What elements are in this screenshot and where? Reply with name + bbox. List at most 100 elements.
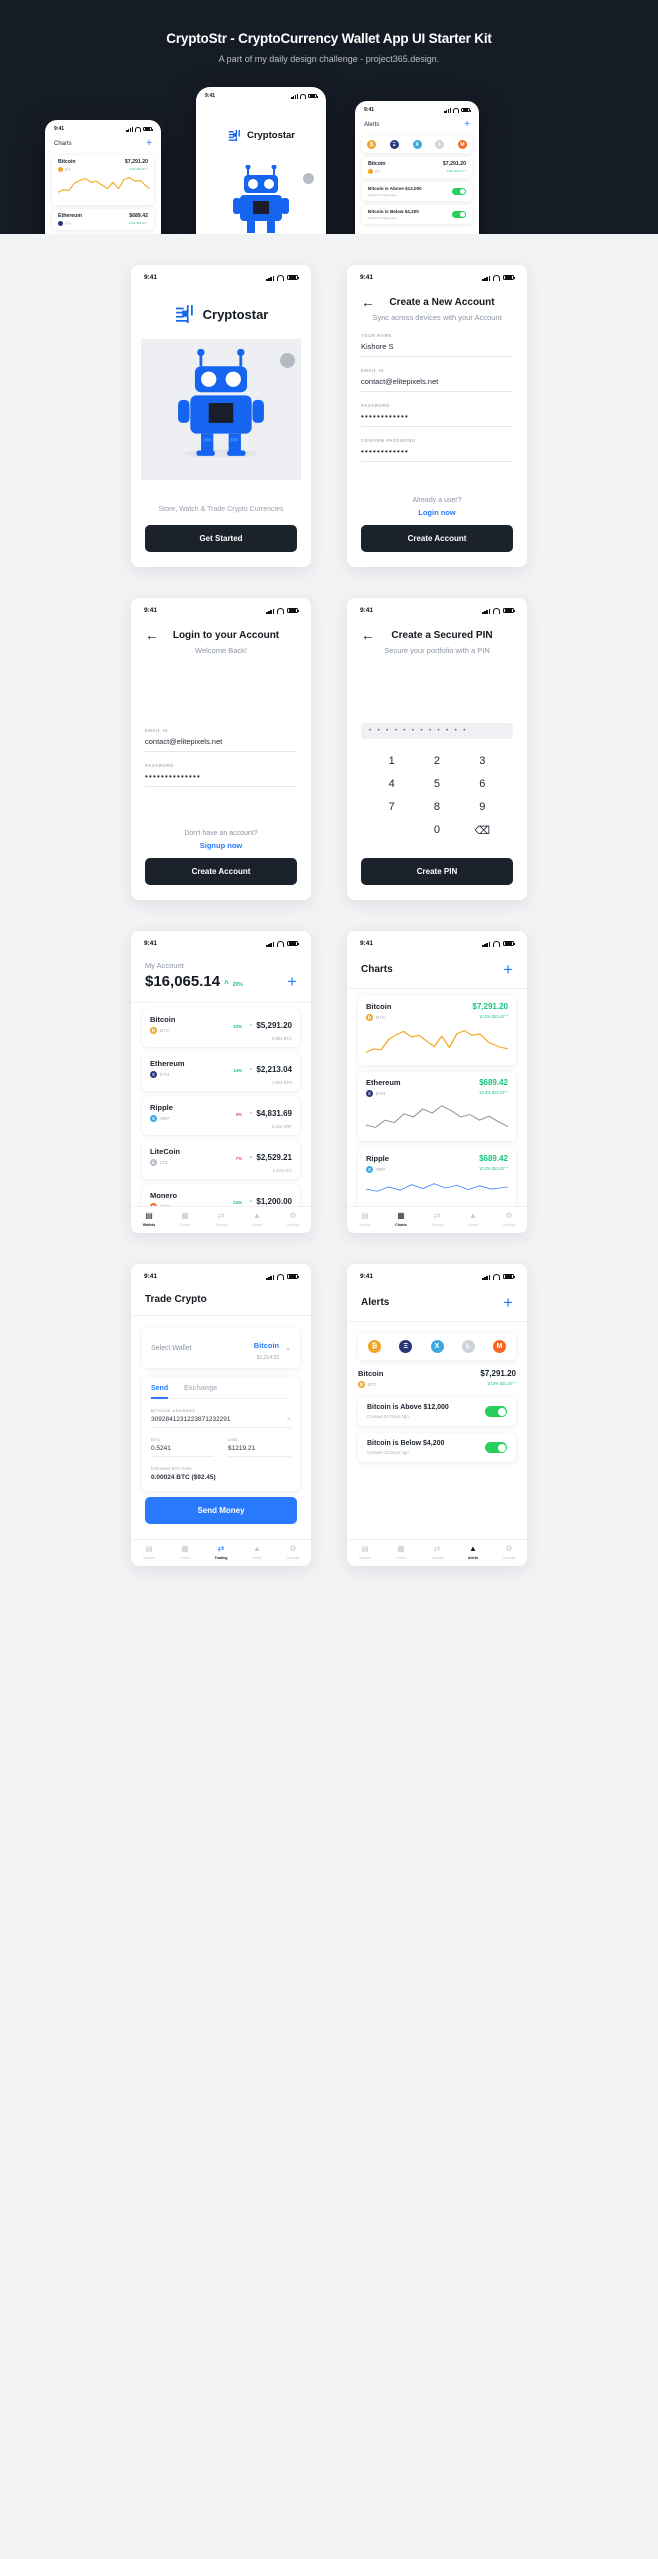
tab-alerts[interactable]: ▲ Alerts [455, 1212, 491, 1228]
wallet-selector[interactable]: Select Wallet Bitcoin $1,214.02 ⌄ [142, 1328, 300, 1368]
tab-alerts[interactable]: ▲ Alerts [239, 1545, 275, 1561]
coin-amount: 1.924 ETH [271, 1080, 292, 1085]
coin-symbol: ₿ BTC [150, 1027, 169, 1034]
ethereum-icon[interactable]: Ξ [399, 1340, 413, 1353]
add-alert-icon[interactable]: + [503, 1294, 513, 1311]
tab-charts[interactable]: ▦ Charts [383, 1545, 419, 1561]
create-pin-button[interactable]: Create PIN [361, 858, 513, 885]
key-5[interactable]: 5 [414, 778, 459, 790]
btc-input[interactable]: 0.5241 [151, 1442, 214, 1457]
pin-input[interactable]: • • • • • • • • • • • • [361, 723, 513, 739]
chart-card-ripple[interactable]: Ripple X XRP $689.42 10.3% $21.67 ^ [358, 1148, 516, 1206]
back-arrow-icon[interactable]: ← [361, 628, 377, 642]
battery-icon [143, 126, 153, 132]
bitcoin-icon[interactable]: ₿ [368, 1340, 381, 1353]
name-input[interactable]: Kishore S [361, 338, 513, 357]
alert-subtitle: Created 20 Days Ago [368, 193, 397, 197]
tab-trading[interactable]: ⇄ Trading [203, 1212, 239, 1228]
back-arrow-icon[interactable]: ← [361, 295, 377, 309]
key-0[interactable]: 0 [414, 824, 459, 837]
bitcoin-icon[interactable]: ₿ [367, 140, 376, 149]
address-input[interactable]: 3092841231223871232291 × [151, 1413, 291, 1428]
tab-wallets[interactable]: ▤ Wallets [347, 1212, 383, 1228]
signup-now-link[interactable]: Signup now [131, 841, 311, 850]
bitcoin-icon: ₿ [366, 1014, 373, 1021]
key-4[interactable]: 4 [369, 778, 414, 790]
mini-chart-card[interactable]: Bitcoin BTC $7,291.20 0.3% $21.67 ^ [52, 155, 154, 205]
list-item[interactable]: Monero M XMR 24% ^ $1,200.00 9.533 XMR [142, 1185, 300, 1206]
coin-change: 10.3% $21.67 ^ [487, 1381, 516, 1386]
alert-item[interactable]: Bitcoin is Below $4,200 Created 12 Days … [358, 1433, 516, 1462]
add-wallet-icon[interactable]: + [287, 973, 297, 990]
monero-icon[interactable]: M [493, 1340, 506, 1353]
key-3[interactable]: 3 [460, 755, 505, 767]
alert-toggle[interactable] [452, 210, 466, 219]
chevron-down-icon[interactable]: ⌄ [285, 1344, 291, 1352]
fee-value: 0.00024 BTC ($92.45) [151, 1474, 216, 1481]
tab-alerts[interactable]: ▲ Alerts [239, 1212, 275, 1228]
tab-trading[interactable]: ⇄ Trading [419, 1545, 455, 1561]
create-account-button[interactable]: Create Account [145, 858, 297, 885]
email-input[interactable]: contact@elitepixels.net [361, 373, 513, 392]
signal-icon [266, 1274, 274, 1280]
tab-wallets[interactable]: ▤ Wallets [347, 1545, 383, 1561]
add-icon[interactable]: + [464, 120, 470, 130]
tab-exchange[interactable]: Exchange [184, 1385, 217, 1392]
tab-label: Charts [179, 1223, 191, 1227]
monero-icon[interactable]: M [458, 140, 467, 149]
alert-toggle[interactable] [485, 1406, 507, 1417]
create-account-button[interactable]: Create Account [361, 525, 513, 552]
backspace-icon[interactable]: ⌫ [460, 824, 505, 837]
chart-card-bitcoin[interactable]: Bitcoin ₿ BTC $7,291.20 10.3% $21.67 ^ [358, 996, 516, 1065]
mini-chart-card[interactable]: Ethereum ETH $689.42 0.3% $21.67 ^ [52, 209, 154, 230]
key-8[interactable]: 8 [414, 801, 459, 813]
litecoin-icon[interactable]: Ł [435, 140, 445, 149]
mini-alert-row[interactable]: Bitcoin is Above $12,000 Created 20 Days… [362, 182, 472, 201]
send-money-button[interactable]: Send Money [145, 1497, 297, 1524]
ripple-icon[interactable]: X [412, 140, 422, 149]
tab-wallets[interactable]: ▤ Wallets [131, 1545, 167, 1561]
status-bar: 9:41 [131, 931, 311, 947]
tab-charts[interactable]: ▦ Charts [383, 1212, 419, 1228]
tab-settings[interactable]: ⚙ Settings [275, 1545, 311, 1561]
tab-settings[interactable]: ⚙ Settings [491, 1212, 527, 1228]
list-item[interactable]: Ethereum Ξ ETH 14% ^ $2,213.04 1.924 ETH [142, 1053, 300, 1091]
key-7[interactable]: 7 [369, 801, 414, 813]
tab-trading[interactable]: ⇄ Trading [419, 1212, 455, 1228]
key-1[interactable]: 1 [369, 755, 414, 767]
add-chart-icon[interactable]: + [503, 961, 513, 978]
usd-input[interactable]: $1219.21 [228, 1442, 291, 1457]
tab-wallets[interactable]: ▤ Wallets [131, 1212, 167, 1228]
password-input[interactable]: •••••••••••••• [145, 768, 297, 787]
list-item[interactable]: Ripple X XRP 3% ^ $4,831.69 2.424 XRP [142, 1097, 300, 1135]
tab-alerts[interactable]: ▲ Alerts [455, 1545, 491, 1561]
list-item[interactable]: LiteCoin Ł LTC 7% ^ $2,529.21 2.424 LTC [142, 1141, 300, 1179]
confirm-password-input[interactable]: •••••••••••• [361, 443, 513, 462]
alert-item[interactable]: Bitcoin is Above $12,000 Created 20 Days… [358, 1397, 516, 1426]
add-icon[interactable]: + [146, 139, 152, 149]
tab-charts[interactable]: ▦ Charts [167, 1212, 203, 1228]
tab-settings[interactable]: ⚙ Settings [275, 1212, 311, 1228]
get-started-button[interactable]: Get Started [145, 525, 297, 552]
clear-icon[interactable]: × [287, 1416, 291, 1423]
password-input[interactable]: •••••••••••• [361, 408, 513, 427]
mini-alert-row[interactable]: Bitcoin is Below $4,200 Created 12 Days … [362, 205, 472, 224]
ripple-icon[interactable]: X [430, 1340, 444, 1353]
tab-trading[interactable]: ⇄ Trading [203, 1545, 239, 1561]
tab-send[interactable]: Send [151, 1385, 169, 1399]
login-now-link[interactable]: Login now [347, 508, 527, 517]
coin-price: $7,291.20 [442, 161, 466, 167]
key-6[interactable]: 6 [460, 778, 505, 790]
email-input[interactable]: contact@elitepixels.net [145, 733, 297, 752]
chart-card-ethereum[interactable]: Ethereum Ξ ETH $689.42 10.3% $21.67 ^ [358, 1072, 516, 1141]
tab-settings[interactable]: ⚙ Settings [491, 1545, 527, 1561]
back-arrow-icon[interactable]: ← [145, 628, 161, 642]
litecoin-icon[interactable]: Ł [461, 1340, 475, 1353]
key-9[interactable]: 9 [460, 801, 505, 813]
tab-charts[interactable]: ▦ Charts [167, 1545, 203, 1561]
alert-toggle[interactable] [452, 187, 466, 196]
ethereum-icon[interactable]: Ξ [389, 140, 399, 149]
list-item[interactable]: Bitcoin ₿ BTC 10% ^ $5,291.20 0.592 BTC [142, 1009, 300, 1047]
alert-toggle[interactable] [485, 1442, 507, 1453]
key-2[interactable]: 2 [414, 755, 459, 767]
